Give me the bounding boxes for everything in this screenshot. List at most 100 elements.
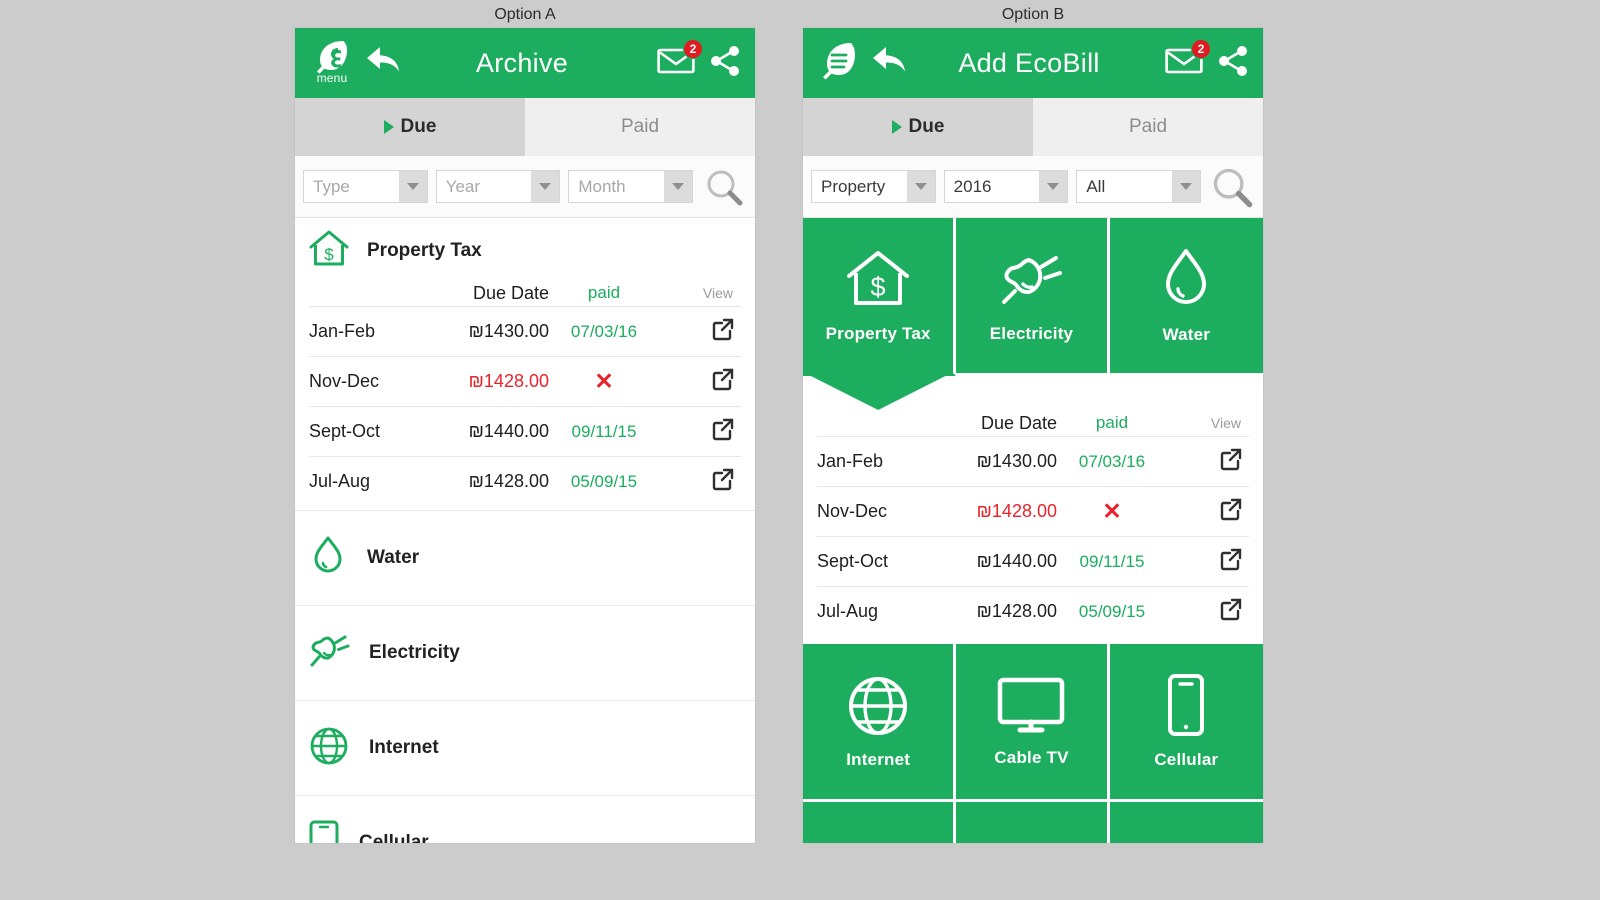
table-row[interactable]: Sept-Oct ₪1440.00 09/11/15 (309, 406, 741, 456)
tile-cable-tv[interactable]: Cable TV (956, 644, 1110, 802)
bills-table-a: Due Date paid View Jan-Feb ₪1430.00 07/0… (295, 280, 755, 510)
tile-label-internet: Internet (846, 750, 911, 769)
category-label-property-tax: Property Tax (367, 240, 482, 261)
tab-paid-a[interactable]: Paid (525, 98, 755, 156)
open-external-icon[interactable] (1167, 597, 1249, 626)
tile-telephone[interactable] (803, 802, 957, 843)
tab-bar-a: Due Paid (295, 98, 755, 156)
table-row[interactable]: Sept-Oct ₪1440.00 09/11/15 (817, 536, 1249, 586)
tile-newspaper[interactable] (1109, 802, 1263, 843)
leaf-e-logo-icon[interactable]: menu (309, 35, 355, 91)
table-row[interactable]: Jul-Aug ₪1428.00 05/09/15 (817, 586, 1249, 636)
row-paid-unpaid-x-icon: ✕ (1102, 498, 1122, 524)
filter-year-value: Year (445, 176, 481, 196)
open-external-icon[interactable] (1167, 447, 1249, 476)
table-row[interactable]: Nov-Dec ₪1428.00 ✕ (817, 486, 1249, 536)
row-paid: 05/09/15 (570, 471, 638, 491)
category-header-property-tax[interactable]: $ Property Tax (295, 218, 755, 280)
table-row[interactable]: Jan-Feb ₪1430.00 07/03/16 (817, 436, 1249, 486)
table-row[interactable]: Nov-Dec ₪1428.00 ✕ (309, 356, 741, 406)
filter-bar-a: Type Year Month (295, 156, 755, 218)
category-label-internet: Internet (369, 737, 439, 758)
tile-label-water: Water (1162, 325, 1211, 344)
tile-label-cable-tv: Cable TV (994, 748, 1069, 767)
house-dollar-icon: $ (844, 247, 912, 318)
tile-internet[interactable]: Internet (803, 644, 957, 802)
search-icon[interactable] (701, 164, 747, 210)
filter-year-value: 2016 (953, 176, 992, 196)
filter-property-select[interactable]: Property (811, 170, 936, 203)
row-period: Jul-Aug (309, 471, 371, 491)
envelope-icon[interactable]: 2 (1165, 39, 1211, 80)
page-title-a: Archive (475, 47, 569, 78)
filter-type-select[interactable]: Type (303, 170, 428, 203)
tile-label-electricity: Electricity (989, 324, 1074, 343)
open-external-icon[interactable] (659, 417, 741, 446)
filter-type-value: Type (313, 176, 350, 196)
filter-year-select[interactable]: 2016 (943, 170, 1069, 203)
category-row-internet[interactable]: Internet (295, 700, 755, 795)
envelope-icon[interactable]: 2 (657, 39, 703, 80)
row-amount: ₪1428.00 (468, 471, 549, 491)
tile-property-tax[interactable]: $ Property Tax (803, 218, 957, 376)
share-icon[interactable] (1217, 45, 1249, 82)
row-amount: ₪1430.00 (976, 451, 1057, 471)
water-drop-icon (1156, 246, 1216, 319)
category-row-water[interactable]: Water (295, 510, 755, 605)
open-external-icon[interactable] (659, 317, 741, 346)
plug-icon (996, 247, 1066, 318)
row-period: Jan-Feb (817, 451, 884, 471)
option-b-phone-screen: Add EcoBill 2 Due Paid Property 2016 All… (803, 28, 1263, 843)
table-header-row-b: Due Date paid View (817, 410, 1249, 436)
app-bar-right-a: 2 (657, 39, 741, 82)
bills-table-b: Due Date paid View Jan-Feb ₪1430.00 07/0… (803, 410, 1263, 644)
open-external-icon[interactable] (1167, 497, 1249, 526)
globe-icon (845, 673, 911, 744)
category-row-cellular[interactable]: Cellular (295, 795, 755, 843)
filter-month-value: Month (578, 176, 626, 196)
tile-water[interactable]: Water (1109, 218, 1263, 376)
water-drop-icon (307, 534, 349, 583)
row-paid: 07/03/16 (1078, 451, 1146, 471)
row-period: Jan-Feb (309, 321, 376, 341)
row-amount: ₪1430.00 (468, 321, 549, 341)
tab-due-b[interactable]: Due (803, 98, 1033, 156)
option-a-phone-screen: menu Archive 2 Due Paid Type Year Month … (295, 28, 755, 843)
leaf-menu-logo-icon[interactable] (817, 38, 861, 89)
open-external-icon[interactable] (659, 367, 741, 396)
active-tab-triangle-icon (891, 120, 902, 134)
tile-label-cellular: Cellular (1154, 750, 1219, 769)
tab-due-a[interactable]: Due (295, 98, 525, 156)
col-due-date-b: Due Date (980, 412, 1057, 433)
table-row[interactable]: Jan-Feb ₪1430.00 07/03/16 (309, 306, 741, 356)
menu-label-a: menu (316, 71, 348, 85)
chevron-down-icon (398, 171, 427, 202)
row-amount: ₪1428.00 (468, 371, 549, 391)
filter-scope-value: All (1086, 176, 1106, 196)
row-amount: ₪1440.00 (468, 421, 549, 441)
chevron-down-icon (1039, 171, 1068, 202)
chevron-down-icon (664, 171, 693, 202)
smartphone-icon (307, 819, 341, 843)
filter-scope-select[interactable]: All (1076, 170, 1202, 203)
category-tiles-top: $ Property Tax Electricity Water (803, 218, 1263, 376)
filter-month-select[interactable]: Month (568, 170, 694, 203)
app-bar-b: Add EcoBill 2 (803, 28, 1263, 98)
tab-paid-b[interactable]: Paid (1033, 98, 1263, 156)
col-view-a: View (702, 285, 733, 301)
house-dollar-icon: $ (307, 227, 351, 276)
category-tiles-bottom: Internet Cable TV Cellular (803, 644, 1263, 843)
chevron-down-icon (531, 171, 560, 202)
search-icon[interactable] (1209, 164, 1255, 210)
table-row[interactable]: Jul-Aug ₪1428.00 05/09/15 (309, 456, 741, 506)
tab-due-label-b: Due (908, 116, 945, 137)
tile-cellular[interactable]: Cellular (1109, 644, 1263, 802)
tile-health[interactable] (956, 802, 1110, 843)
open-external-icon[interactable] (1167, 547, 1249, 576)
category-row-electricity[interactable]: Electricity (295, 605, 755, 700)
tile-electricity[interactable]: Electricity (956, 218, 1110, 376)
open-external-icon[interactable] (659, 467, 741, 496)
filter-year-select[interactable]: Year (435, 170, 561, 203)
tab-paid-label-b: Paid (1128, 116, 1168, 137)
share-icon[interactable] (709, 45, 741, 82)
